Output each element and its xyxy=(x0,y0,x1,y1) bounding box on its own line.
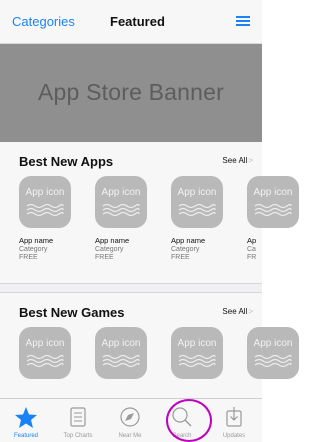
app-icon-label: App icon xyxy=(25,338,65,349)
search-tab-highlight xyxy=(166,399,212,442)
app-icon: App icon xyxy=(19,176,71,228)
game-card[interactable]: App icon xyxy=(19,327,73,379)
app-category: Category xyxy=(95,246,124,253)
section-title: Best New Apps xyxy=(19,154,114,169)
wave-icon xyxy=(102,203,140,217)
app-name: Ap xyxy=(247,236,257,245)
app-icon-label: App icon xyxy=(253,187,293,198)
app-icon: App icon xyxy=(95,176,147,228)
chevron-right-icon: > xyxy=(248,156,253,165)
game-card[interactable]: App icon xyxy=(171,327,225,379)
tab-featured[interactable]: Featured xyxy=(0,403,52,442)
app-name: App name xyxy=(171,236,206,245)
see-all-label: See All xyxy=(222,156,248,165)
app-icon-label: App icon xyxy=(177,187,217,198)
see-all-label: See All xyxy=(222,307,248,316)
app-icon-label: App icon xyxy=(101,187,141,198)
wave-icon xyxy=(102,354,140,368)
app-icon-label: App icon xyxy=(177,338,217,349)
compass-icon xyxy=(120,407,140,427)
tab-near-me[interactable]: Near Me xyxy=(104,403,156,442)
game-card[interactable]: App icon xyxy=(247,327,301,379)
download-icon xyxy=(226,407,242,427)
app-card[interactable]: App icon Ap Ca FR xyxy=(247,176,301,261)
app-card[interactable]: App icon App name Category FREE xyxy=(95,176,149,261)
app-icon-label: App icon xyxy=(101,338,141,349)
banner-text: App Store Banner xyxy=(37,79,225,105)
app-price: FREE xyxy=(95,254,114,261)
apps-row: App icon App name Category FREE App icon… xyxy=(19,176,299,286)
app-icon: App icon xyxy=(247,327,299,379)
app-price: FREE xyxy=(19,254,38,261)
page-title: Featured xyxy=(110,14,165,29)
list-icon[interactable] xyxy=(236,16,250,26)
tab-label: Top Charts xyxy=(63,433,93,439)
tab-label: Featured xyxy=(13,433,38,439)
wave-icon xyxy=(26,354,64,368)
wave-icon xyxy=(178,203,216,217)
app-icon: App icon xyxy=(19,327,71,379)
wave-icon xyxy=(254,203,292,217)
app-category: Category xyxy=(19,246,48,253)
app-store-banner[interactable]: App Store Banner xyxy=(0,44,262,142)
wave-icon xyxy=(178,354,216,368)
star-icon xyxy=(15,407,37,428)
app-icon: App icon xyxy=(171,327,223,379)
section-divider xyxy=(0,284,262,292)
section-title: Best New Games xyxy=(19,305,125,320)
app-price: FR xyxy=(247,254,257,261)
app-icon: App icon xyxy=(247,176,299,228)
navigation-bar: Categories Featured xyxy=(0,0,262,44)
chevron-right-icon: > xyxy=(248,307,253,316)
app-category: Ca xyxy=(247,246,256,253)
app-icon-label: App icon xyxy=(25,187,65,198)
game-card[interactable]: App icon xyxy=(95,327,149,379)
categories-button[interactable]: Categories xyxy=(12,14,75,29)
app-icon: App icon xyxy=(171,176,223,228)
app-card[interactable]: App icon App name Category FREE xyxy=(19,176,73,261)
list-icon xyxy=(70,407,86,427)
app-icon: App icon xyxy=(95,327,147,379)
best-new-games-section: Best New Games See All> App icon App ico… xyxy=(0,292,299,398)
see-all-link[interactable]: See All> xyxy=(222,307,253,316)
tab-label: Updates xyxy=(222,433,246,439)
best-new-apps-section: Best New Apps See All> App icon App name… xyxy=(0,142,299,284)
tab-label: Near Me xyxy=(118,433,142,439)
app-name: App name xyxy=(95,236,130,245)
app-icon-label: App icon xyxy=(253,338,293,349)
app-price: FREE xyxy=(171,254,190,261)
wave-icon xyxy=(26,203,64,217)
app-card[interactable]: App icon App name Category FREE xyxy=(171,176,225,261)
app-name: App name xyxy=(19,236,54,245)
see-all-link[interactable]: See All> xyxy=(222,156,253,165)
app-category: Category xyxy=(171,246,200,253)
wave-icon xyxy=(254,354,292,368)
tab-top-charts[interactable]: Top Charts xyxy=(52,403,104,442)
tab-updates[interactable]: Updates xyxy=(208,403,260,442)
tab-bar: Featured Top Charts Near Me Search Updat… xyxy=(0,398,262,442)
